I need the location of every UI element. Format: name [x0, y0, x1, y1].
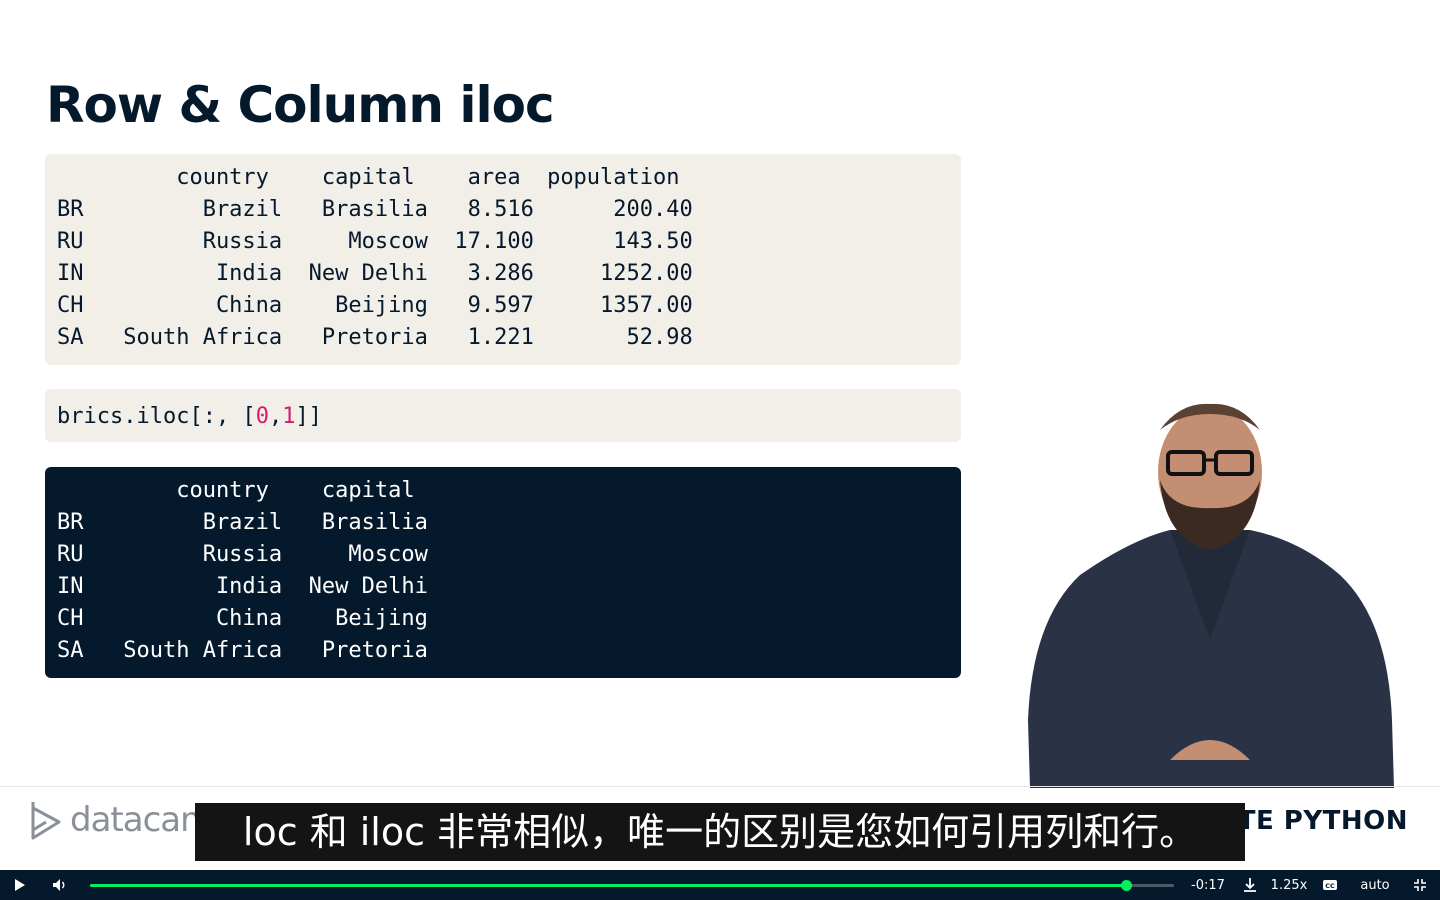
download-button[interactable] — [1238, 870, 1262, 900]
dataframe-output-result: country capital BR Brazil Brasilia RU Ru… — [45, 467, 961, 678]
exit-fullscreen-button[interactable] — [1408, 870, 1432, 900]
captions-icon: CC — [1323, 880, 1337, 890]
svg-text:CC: CC — [1325, 882, 1335, 890]
footer-divider — [0, 786, 1440, 787]
code-number: 1 — [282, 404, 296, 429]
volume-icon — [53, 879, 65, 891]
code-snippet: brics.iloc[:, [0,1]] — [45, 389, 961, 442]
progress-fill — [90, 884, 1127, 887]
slide-title: Row & Column iloc — [46, 76, 555, 134]
slide: Row & Column iloc country capital area p… — [0, 0, 1440, 870]
code-suffix: ]] — [295, 404, 322, 429]
play-icon — [15, 879, 25, 891]
play-button[interactable] — [6, 870, 34, 900]
table-text: country capital area population BR Brazi… — [57, 165, 693, 350]
code-number: 0 — [255, 404, 269, 429]
captions-button[interactable]: CC — [1318, 870, 1342, 900]
dataframe-output-full: country capital area population BR Brazi… — [45, 154, 961, 365]
quality-button[interactable]: auto — [1352, 870, 1398, 900]
progress-bar[interactable] — [90, 880, 1174, 891]
table-text: country capital BR Brazil Brasilia RU Ru… — [57, 478, 428, 663]
progress-handle[interactable] — [1121, 880, 1133, 891]
datacamp-icon — [31, 802, 61, 840]
time-remaining: -0:17 — [1191, 877, 1225, 893]
volume-button[interactable] — [46, 870, 74, 900]
video-controls: -0:17 1.25x CC auto — [0, 870, 1440, 900]
presenter-video — [1028, 403, 1394, 788]
code-prefix: brics.iloc[:, [ — [57, 404, 256, 429]
subtitle-caption: loc 和 iloc 非常相似，唯一的区别是您如何引用列和行。 — [195, 803, 1245, 861]
playback-speed-button[interactable]: 1.25x — [1268, 870, 1310, 900]
exit-fullscreen-icon — [1414, 879, 1426, 891]
download-icon — [1244, 878, 1256, 892]
code-comma: , — [268, 404, 283, 429]
code-line: brics.iloc[:, [0,1]] — [57, 401, 949, 433]
